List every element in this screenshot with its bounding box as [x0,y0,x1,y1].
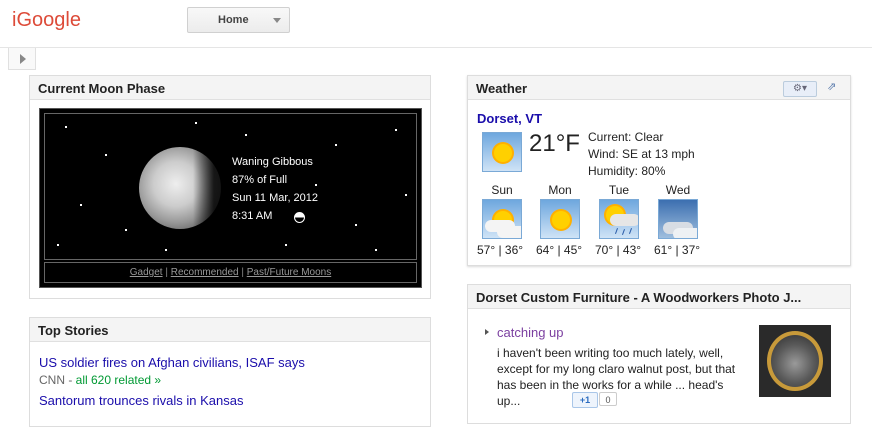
past-future-moons-link[interactable]: Past/Future Moons [247,267,331,278]
header-divider [0,47,872,48]
forecast-day: Wed [665,183,691,197]
clear-weather-icon [482,132,522,172]
gadget-link[interactable]: Gadget [130,267,163,278]
source-separator: - [65,373,76,387]
star [315,184,317,186]
sidebar-toggle[interactable] [8,48,36,70]
forecast-temps: 61° | 37° [654,243,701,257]
forecast-day: Tue [608,183,630,197]
moon-display: Waning Gibbous 87% of Full Sun 11 Mar, 2… [44,113,417,260]
star [105,154,107,156]
cloudy-icon [658,199,698,239]
igoogle-logo[interactable]: iGoogle [12,9,81,32]
story-headline-link[interactable]: Santorum trounces rivals in Kansas [39,393,243,408]
post-excerpt: i haven't been writing too much lately, … [497,346,736,408]
moon-time: 8:31 AM [232,210,273,222]
story-source: CNN - all 620 related » [39,373,161,387]
current-humidity: Humidity: 80% [588,164,666,178]
partly-cloudy-icon [482,199,522,239]
gadget-title[interactable]: Dorset Custom Furniture - A Woodworkers … [468,285,850,309]
mirror-thumbnail-shape [767,331,823,391]
moon-phase-icon [294,212,305,223]
story-headline-link[interactable]: US soldier fires on Afghan civilians, IS… [39,355,305,370]
expand-icon[interactable]: ⇗ [827,81,840,94]
post-title-link[interactable]: catching up [497,325,564,340]
plus-one-count: 0 [599,392,617,406]
star [125,229,127,231]
star [195,122,197,124]
post-thumbnail[interactable] [759,325,831,397]
cloud-shape [610,214,638,226]
current-temperature: 21°F [529,130,580,157]
moon-shadow [193,147,223,229]
home-tab-label: Home [218,14,249,26]
star [335,144,337,146]
rain-drop [615,228,618,234]
current-condition: Current: Clear [588,130,664,144]
forecast-day: Sun [491,183,513,197]
link-separator: | [241,267,244,278]
forecast-temps: 70° | 43° [595,243,642,257]
star [57,244,59,246]
star [375,249,377,251]
moon-phase-gadget: Current Moon Phase Waning Gibbous 87% of… [29,75,431,299]
weather-location-link[interactable]: Dorset, VT [477,111,542,126]
related-stories-link[interactable]: all 620 related » [76,373,161,387]
star [245,134,247,136]
chevron-right-icon [20,54,26,64]
sunny-icon [540,199,580,239]
cloud-shape [673,228,697,238]
sun-shape [494,144,512,162]
weather-gadget: Weather ⚙▾ ⇗ Dorset, VT 21°F Current: Cl… [467,75,851,266]
sun-shape [552,211,570,229]
link-separator: | [165,267,168,278]
moon-percent-full: 87% of Full [232,174,288,186]
gear-menu-button[interactable]: ⚙▾ [783,81,817,97]
rain-drop [629,228,632,234]
rain-drop [622,229,625,235]
cloud-shape [497,226,521,238]
moon-date: Sun 11 Mar, 2012 [232,192,319,204]
gadget-title[interactable]: Current Moon Phase [30,76,430,100]
gadget-title[interactable]: Top Stories [30,318,430,342]
home-tab[interactable]: Home [187,7,290,33]
star [285,244,287,246]
story-source-name: CNN [39,373,65,387]
plus-one-button[interactable]: +1 [572,392,598,408]
star [165,249,167,251]
forecast-temps: 57° | 36° [477,243,524,257]
moon-links: Gadget | Recommended | Past/Future Moons [44,262,417,283]
star [65,126,67,128]
current-wind: Wind: SE at 13 mph [588,147,695,161]
chevron-down-icon[interactable] [273,18,281,23]
recommended-link[interactable]: Recommended [171,267,239,278]
star [355,224,357,226]
star [405,194,407,196]
star [80,204,82,206]
expand-arrow-icon[interactable] [485,329,489,335]
star [395,129,397,131]
moon-panel: Waning Gibbous 87% of Full Sun 11 Mar, 2… [39,108,422,288]
sun-rain-icon [599,199,639,239]
furniture-blog-gadget: Dorset Custom Furniture - A Woodworkers … [467,284,851,424]
moon-phase-name: Waning Gibbous [232,156,313,168]
forecast-day: Mon [548,183,572,197]
forecast-temps: 64° | 45° [536,243,583,257]
top-stories-gadget: Top Stories US soldier fires on Afghan c… [29,317,431,427]
